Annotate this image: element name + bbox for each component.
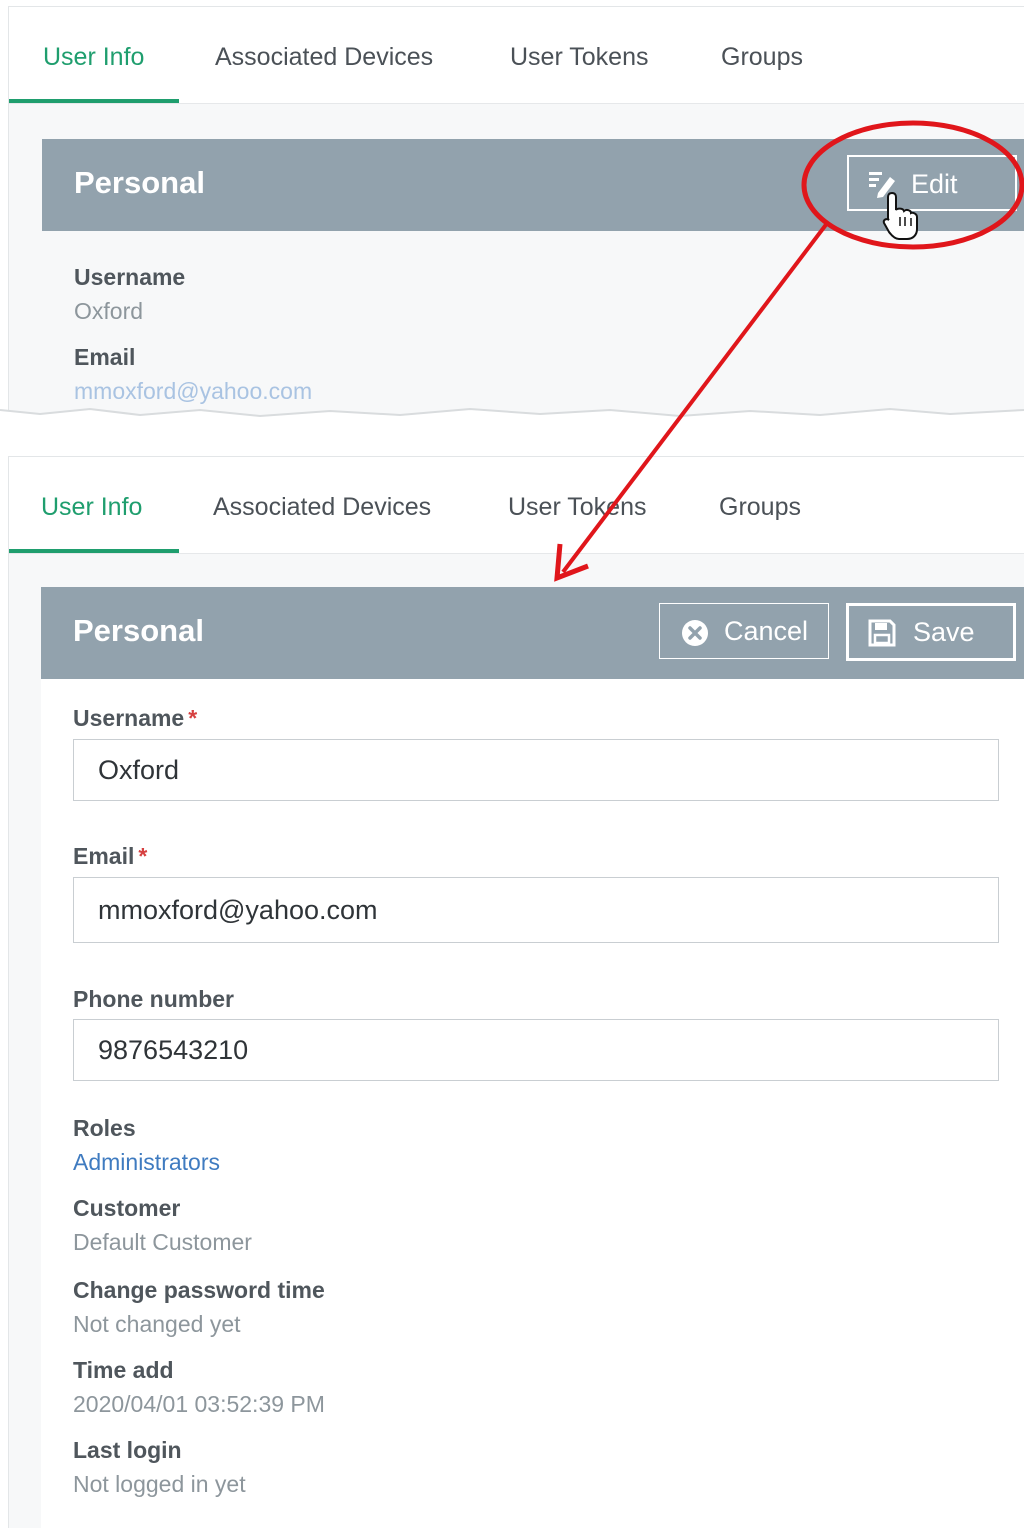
screenshot-page: User Info Associated Devices User Tokens… xyxy=(0,0,1024,1528)
edit-button[interactable]: Edit xyxy=(847,155,1017,211)
tab-associated-devices[interactable]: Associated Devices xyxy=(215,43,433,72)
roles-label: Roles xyxy=(73,1115,136,1141)
user-details-view: User Info Associated Devices User Tokens… xyxy=(8,6,1024,427)
username-input[interactable] xyxy=(73,739,999,801)
tab-user-tokens[interactable]: User Tokens xyxy=(508,493,647,522)
section-title: Personal xyxy=(74,165,205,200)
pencil-edit-icon xyxy=(867,169,897,206)
circle-x-icon xyxy=(680,618,710,655)
time-add-value: 2020/04/01 03:52:39 PM xyxy=(73,1391,325,1417)
personal-section-header: Personal Edit xyxy=(42,139,1024,231)
active-tab-indicator xyxy=(9,549,179,553)
email-label: Email * xyxy=(73,843,147,870)
tab-user-info[interactable]: User Info xyxy=(43,43,144,72)
change-password-time-value: Not changed yet xyxy=(73,1311,241,1337)
tab-groups[interactable]: Groups xyxy=(719,493,801,522)
email-label-text: Email xyxy=(73,843,135,869)
tab-associated-devices[interactable]: Associated Devices xyxy=(213,493,431,522)
personal-section-header: Personal Cancel Save xyxy=(41,587,1024,679)
user-details-edit: User Info Associated Devices User Tokens… xyxy=(8,456,1024,1528)
email-input[interactable] xyxy=(73,877,999,943)
roles-link[interactable]: Administrators xyxy=(73,1149,220,1176)
save-button-label: Save xyxy=(913,617,975,647)
tab-groups[interactable]: Groups xyxy=(721,43,803,72)
tab-bar: User Info Associated Devices User Tokens… xyxy=(9,7,1024,104)
required-marker: * xyxy=(138,843,148,869)
floppy-disk-icon xyxy=(867,618,897,655)
section-title: Personal xyxy=(73,613,204,648)
username-label-text: Username xyxy=(73,705,185,731)
active-tab-indicator xyxy=(9,99,179,103)
phone-number-input[interactable] xyxy=(73,1019,999,1081)
phone-number-label: Phone number xyxy=(73,986,235,1012)
username-label: Username * xyxy=(73,705,197,732)
last-login-label: Last login xyxy=(73,1437,182,1463)
tab-user-info[interactable]: User Info xyxy=(41,493,142,522)
cancel-button[interactable]: Cancel xyxy=(659,603,829,659)
personal-edit-form: Username* Email* Phone number Roles Admi… xyxy=(41,679,1024,1528)
time-add-label: Time add xyxy=(73,1357,174,1383)
customer-label: Customer xyxy=(73,1195,181,1221)
username-label: Username xyxy=(74,264,186,290)
required-marker: * xyxy=(188,705,198,731)
last-login-value: Not logged in yet xyxy=(73,1471,246,1497)
change-password-time-label: Change password time xyxy=(73,1277,325,1303)
tab-bar: User Info Associated Devices User Tokens… xyxy=(9,457,1024,554)
customer-value: Default Customer xyxy=(73,1229,252,1255)
save-button[interactable]: Save xyxy=(846,603,1016,661)
edit-button-label: Edit xyxy=(911,169,958,199)
tab-user-tokens[interactable]: User Tokens xyxy=(510,43,649,72)
email-label: Email xyxy=(74,344,136,370)
cancel-button-label: Cancel xyxy=(724,616,809,646)
torn-edge-divider xyxy=(0,407,1024,440)
username-value: Oxford xyxy=(74,298,144,324)
